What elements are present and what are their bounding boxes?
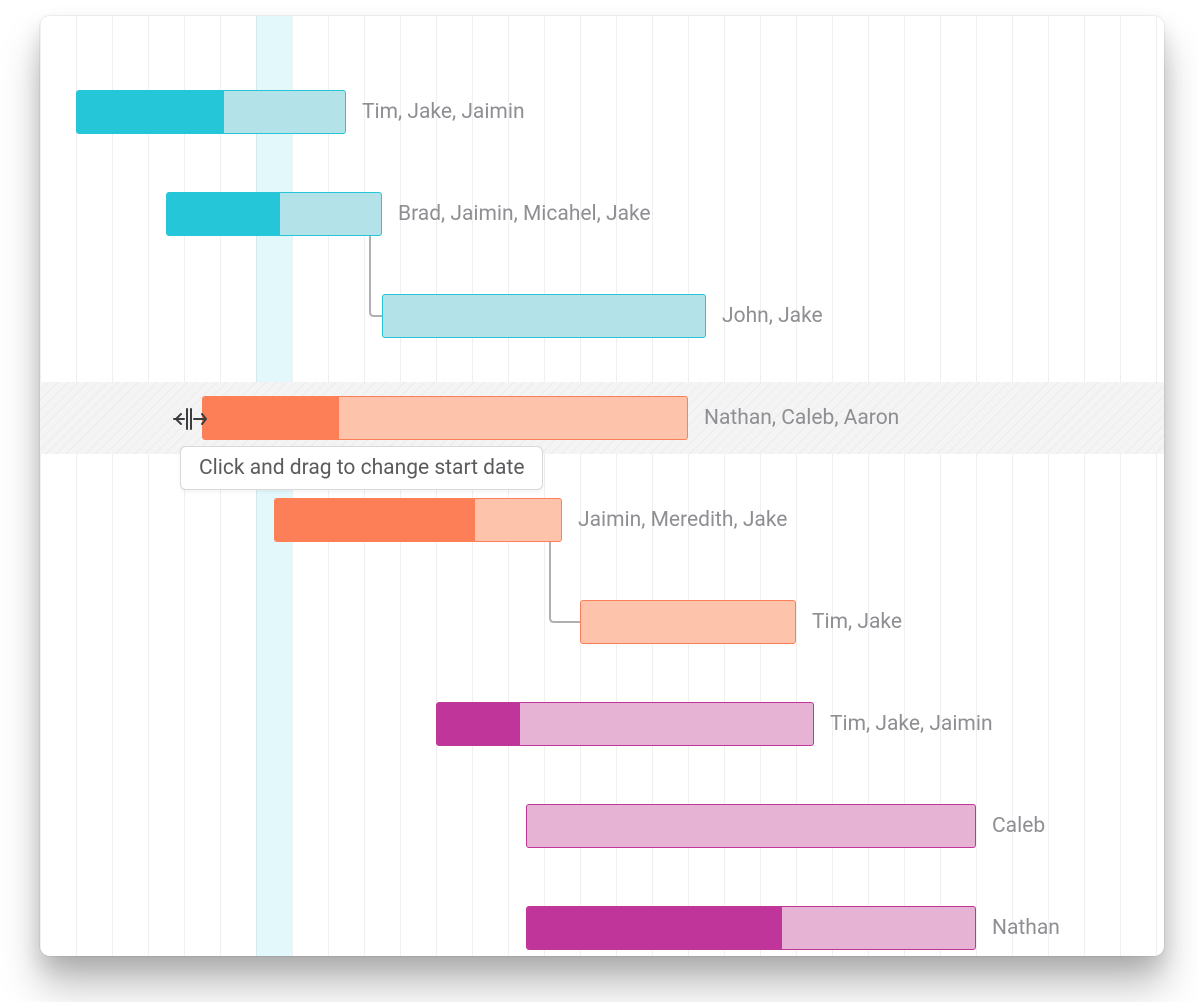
- gantt-row: Tim, Jake, Jaimin: [40, 90, 1164, 136]
- gantt-row: Brad, Jaimin, Micahel, Jake: [40, 192, 1164, 238]
- gantt-row: Tim, Jake, Jaimin: [40, 702, 1164, 748]
- gantt-bar-progress: [203, 397, 339, 439]
- gantt-bar-progress: [437, 703, 520, 745]
- gantt-bar[interactable]: [76, 90, 346, 134]
- gantt-bar[interactable]: [436, 702, 814, 746]
- gantt-row: Tim, Jake: [40, 600, 1164, 646]
- gantt-bar-progress: [527, 907, 782, 949]
- gantt-bar[interactable]: [382, 294, 706, 338]
- gantt-row: Jaimin, Meredith, Jake: [40, 498, 1164, 544]
- gantt-bar[interactable]: [274, 498, 562, 542]
- drag-tooltip: Click and drag to change start date: [180, 446, 543, 490]
- gantt-bar[interactable]: [202, 396, 688, 440]
- gantt-bar-label: Brad, Jaimin, Micahel, Jake: [398, 202, 651, 226]
- gantt-bar-label: Caleb: [992, 814, 1045, 838]
- gantt-bar-label: Nathan, Caleb, Aaron: [704, 406, 899, 430]
- gantt-bar-progress: [275, 499, 475, 541]
- gantt-bar[interactable]: [526, 804, 976, 848]
- gantt-bar-label: Nathan: [992, 916, 1060, 940]
- gantt-bar-progress: [77, 91, 224, 133]
- gantt-bar[interactable]: [166, 192, 382, 236]
- gantt-row: Caleb: [40, 804, 1164, 850]
- gantt-bar-label: John, Jake: [722, 304, 823, 328]
- gantt-bar[interactable]: [526, 906, 976, 950]
- gantt-bar-label: Tim, Jake: [812, 610, 902, 634]
- gantt-bar-label: Jaimin, Meredith, Jake: [578, 508, 787, 532]
- gantt-bar-label: Tim, Jake, Jaimin: [830, 712, 993, 736]
- gantt-row: Nathan: [40, 906, 1164, 952]
- gantt-row: Nathan, Caleb, Aaron: [40, 382, 1164, 454]
- gantt-row: John, Jake: [40, 294, 1164, 340]
- gantt-bar[interactable]: [580, 600, 796, 644]
- gantt-card: Tim, Jake, Jaimin Brad, Jaimin, Micahel, …: [40, 16, 1164, 956]
- tooltip-text: Click and drag to change start date: [199, 456, 524, 480]
- drag-handle-icon[interactable]: [172, 404, 208, 434]
- gantt-bar-progress: [167, 193, 280, 235]
- gantt-bar-label: Tim, Jake, Jaimin: [362, 100, 525, 124]
